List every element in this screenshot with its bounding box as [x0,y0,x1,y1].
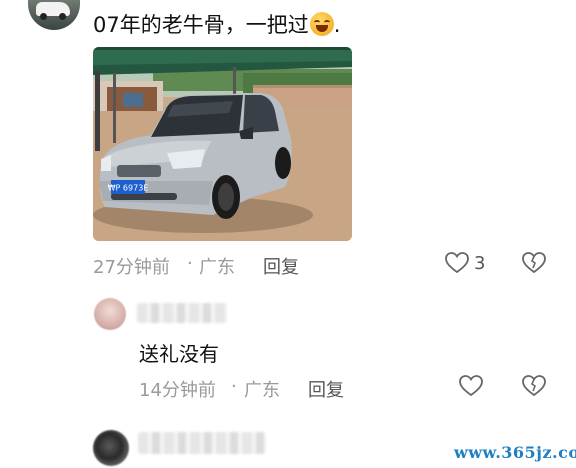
user-avatar[interactable] [93,430,129,466]
meta-separator: · [187,253,193,274]
reply-button[interactable]: 回复 [263,253,299,279]
license-plate: ₩P 6973E [108,184,149,193]
user-avatar[interactable] [94,298,126,330]
laughing-face-icon [309,12,334,36]
site-watermark: www.365jz.com [454,443,576,462]
blurred-username [137,303,227,323]
comment-time: 27分钟前 [93,257,170,278]
comment-photo[interactable]: ₩P 6973E [93,47,352,241]
comment-location: 广东 [244,380,280,401]
like-count: 3 [474,253,486,274]
heart-icon[interactable] [458,374,484,398]
user-avatar[interactable] [28,0,80,30]
comment-text: 07年的老牛骨，一把过. [93,12,341,37]
comment-text: 送礼没有 [139,342,219,366]
heart-icon[interactable] [444,251,470,275]
reply-button[interactable]: 回复 [308,376,344,402]
comment-time: 14分钟前 [139,380,216,401]
meta-separator: · [231,376,237,397]
comment-location: 广东 [199,257,235,278]
broken-heart-icon[interactable] [521,374,547,398]
car-photo-illustration: ₩P 6973E [93,47,352,241]
blurred-username [138,432,266,454]
broken-heart-icon[interactable] [521,251,547,275]
